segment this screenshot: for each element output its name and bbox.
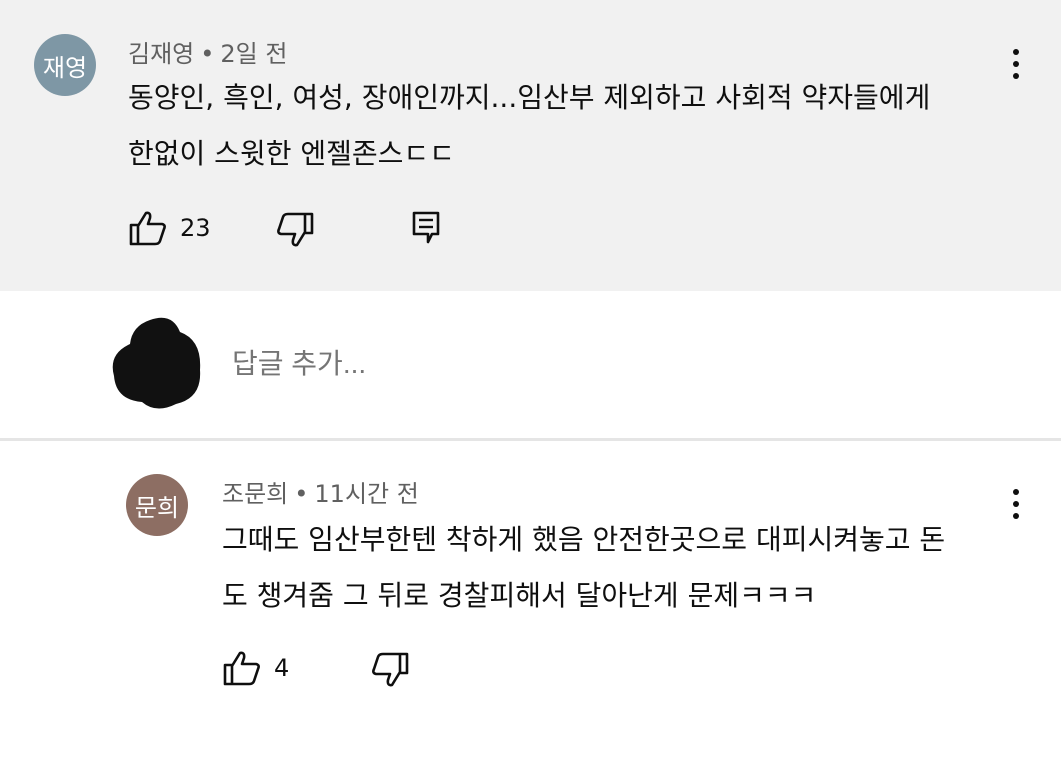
avatar[interactable]: 재영 [34,34,96,96]
reply-meta: 조문희 • 11시간 전 [222,474,419,509]
comment-meta: 김재영 • 2일 전 [128,34,287,69]
separator-dot: • [294,480,309,508]
comment-time[interactable]: 2일 전 [220,40,287,68]
comment-text-line: 동양인, 흑인, 여성, 장애인까지...임산부 제외하고 사회적 약자들에게 [128,81,931,114]
reply-time[interactable]: 11시간 전 [314,480,418,508]
like-count: 4 [274,654,290,682]
thumbs-up-icon[interactable] [222,648,262,688]
avatar-initials: 문희 [134,493,180,522]
reply-icon[interactable] [410,210,442,246]
separator-dot: • [200,40,215,68]
reply-text-line: 그때도 임산부한텐 착하게 했음 안전한곳으로 대피시켜놓고 돈 [222,523,946,556]
like-count: 23 [180,214,211,242]
comment-text-line: 한없이 스윗한 엔젤존스ㄷㄷ [128,137,455,170]
author-name[interactable]: 조문희 [222,480,288,508]
comment-text: 동양인, 흑인, 여성, 장애인까지...임산부 제외하고 사회적 약자들에게 … [128,70,930,182]
user-avatar-redacted [112,317,201,409]
reply-input[interactable] [232,348,593,380]
thumbs-down-icon[interactable] [370,650,410,690]
avatar-initials: 재영 [42,53,88,82]
author-name[interactable]: 김재영 [128,40,194,68]
more-vert-icon[interactable] [1002,42,1030,86]
reply-text-line: 도 챙겨줌 그 뒤로 경찰피해서 달아난게 문제ㅋㅋㅋ [222,579,817,612]
thumbs-up-icon[interactable] [128,208,168,248]
avatar[interactable]: 문희 [126,474,188,536]
divider [0,438,1061,441]
thumbs-down-icon[interactable] [275,210,315,250]
reply-text: 그때도 임산부한텐 착하게 했음 안전한곳으로 대피시켜놓고 돈 도 챙겨줌 그… [222,512,945,624]
more-vert-icon[interactable] [1002,482,1030,526]
